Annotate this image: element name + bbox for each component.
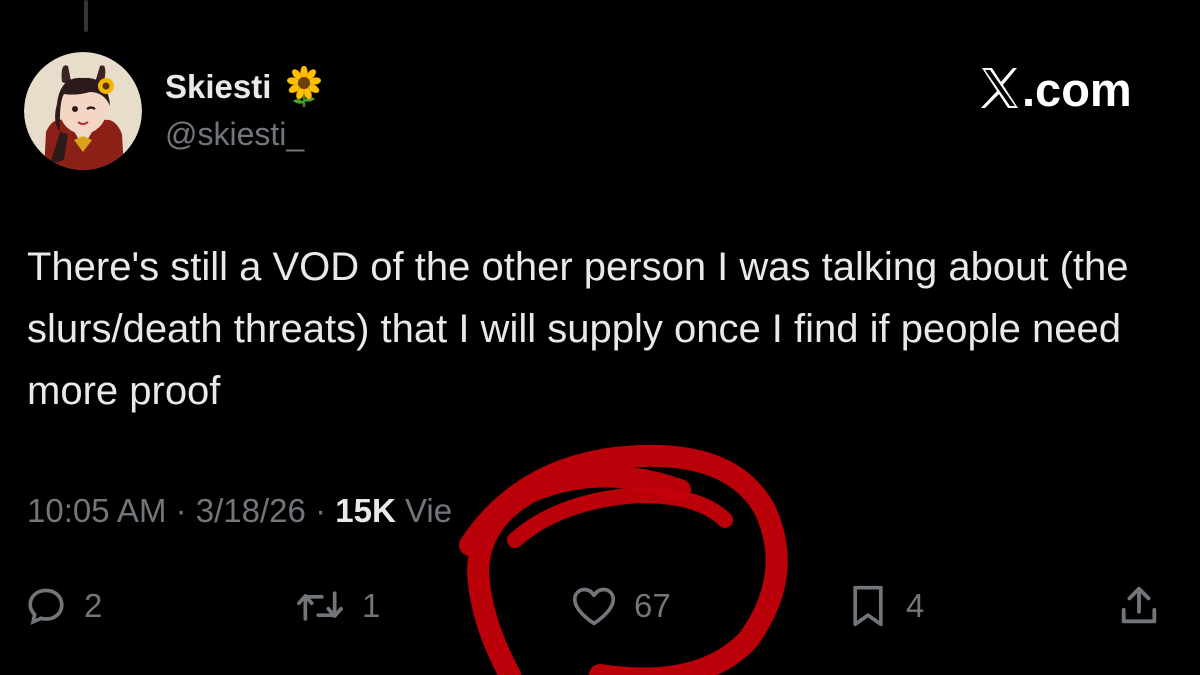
meta-separator: · <box>315 492 327 529</box>
display-name[interactable]: Skiesti <box>165 68 271 106</box>
sunflower-icon <box>287 66 322 107</box>
thread-connector-line <box>84 0 88 32</box>
heart-icon <box>572 587 616 626</box>
watermark-domain: .com <box>1022 63 1132 116</box>
views-count: 15K <box>335 492 396 529</box>
meta-separator: · <box>175 492 187 529</box>
tweet-time[interactable]: 10:05 AM <box>27 492 166 529</box>
avatar[interactable] <box>24 52 142 170</box>
bookmark-count: 4 <box>906 587 925 624</box>
reply-button[interactable]: 2 <box>24 578 102 634</box>
repost-count: 1 <box>362 587 381 624</box>
repost-button[interactable]: 1 <box>294 578 380 634</box>
x-com-watermark: .com <box>980 62 1132 117</box>
like-count: 67 <box>634 587 671 624</box>
like-button[interactable]: 67 <box>570 578 671 634</box>
bookmark-icon <box>853 585 883 627</box>
reply-icon <box>28 588 64 625</box>
reply-count: 2 <box>84 587 103 624</box>
tweet-date[interactable]: 3/18/26 <box>196 492 306 529</box>
share-button[interactable] <box>1116 578 1162 634</box>
bookmark-button[interactable]: 4 <box>846 578 924 634</box>
x-logo-icon <box>981 68 1018 108</box>
tweet-meta: 10:05 AM · 3/18/26 · 15K Vie <box>27 492 452 530</box>
author-handle[interactable]: @skiesti_ <box>165 116 304 153</box>
tweet-action-bar: 2 1 67 4 <box>0 578 1200 634</box>
avatar-image <box>24 52 142 170</box>
share-icon <box>1121 586 1157 624</box>
author-name-row[interactable]: Skiesti <box>165 66 325 108</box>
tweet-text: There's still a VOD of the other person … <box>27 245 1129 413</box>
repost-icon <box>297 591 343 621</box>
views-label[interactable]: Vie <box>405 492 452 529</box>
